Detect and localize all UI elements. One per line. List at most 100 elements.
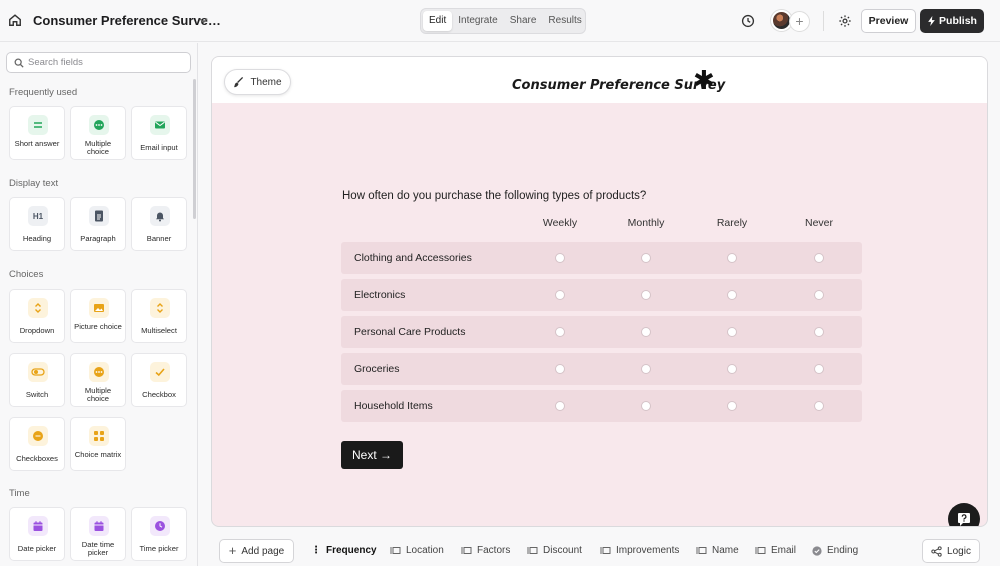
page-tab-location[interactable]: Location [390,545,444,556]
section-label-choices: Choices [9,269,44,280]
grid-icon [89,426,109,446]
add-page-label: Add page [241,545,285,557]
column-header-monthly: Monthly [627,217,665,229]
field-picture-choice[interactable]: Picture choice [70,289,126,343]
field-dropdown[interactable]: Dropdown [9,289,65,343]
row-label: Clothing and Accessories [354,252,472,264]
page-tab-ending[interactable]: Ending [812,545,858,556]
page-bar: + Add page ⋮ Frequency Location Factors … [199,537,1000,566]
chevron-down-icon[interactable] [198,15,209,26]
next-button[interactable]: Next → [341,441,403,469]
drag-handle-icon: ⋮ [311,545,321,556]
theme-button[interactable]: Theme [224,69,291,95]
field-checkboxes[interactable]: Checkboxes [9,417,65,471]
help-button[interactable] [948,503,980,526]
page-tab-frequency[interactable]: ⋮ Frequency [311,545,377,556]
field-label: Switch [25,390,49,399]
publish-button[interactable]: Publish [920,9,984,33]
radio-option[interactable] [555,253,565,263]
add-page-button[interactable]: + Add page [219,539,294,563]
history-icon[interactable] [741,14,755,28]
logo[interactable]: ✱ [693,67,715,93]
radio-option[interactable] [814,290,824,300]
radio-option[interactable] [641,253,651,263]
field-label: Dropdown [19,326,55,335]
field-label: Heading [22,234,52,243]
checkboxes-icon [28,426,48,446]
field-label: Multiselect [141,326,177,335]
row-label: Household Items [354,400,433,412]
field-label: Multiple choice [84,386,112,403]
logic-label: Logic [947,545,971,557]
share-nodes-icon [931,545,942,557]
page-icon [527,547,538,554]
row-label: Groceries [354,363,400,375]
page-tab-name[interactable]: Name [696,545,739,556]
tab-integrate[interactable]: Integrate [452,11,503,31]
field-banner[interactable]: Banner [131,197,187,251]
search-box[interactable] [6,52,191,73]
radio-option[interactable] [814,401,824,411]
radio-option[interactable] [641,364,651,374]
question-title[interactable]: How often do you purchase the following … [342,190,646,202]
field-heading[interactable]: H1 Heading [9,197,65,251]
search-input[interactable] [28,55,186,70]
radio-option[interactable] [555,401,565,411]
home-icon[interactable] [8,13,22,27]
field-paragraph[interactable]: Paragraph [70,197,126,251]
page-tab-factors[interactable]: Factors [461,545,510,556]
field-date-picker[interactable]: Date picker [9,507,65,561]
radio-option[interactable] [555,327,565,337]
tab-edit[interactable]: Edit [423,11,453,31]
matrix-row: Household Items [341,390,862,422]
radio-option[interactable] [641,290,651,300]
page-tab-label: Location [406,545,444,556]
radio-option[interactable] [555,364,565,374]
field-multiselect[interactable]: Multiselect [131,289,187,343]
radio-option[interactable] [727,327,737,337]
tab-share[interactable]: Share [504,11,543,31]
field-multiple-choice-2[interactable]: Multiple choice [70,353,126,407]
radio-option[interactable] [727,401,737,411]
page-tab-improvements[interactable]: Improvements [600,545,679,556]
radio-option[interactable] [814,364,824,374]
field-sidebar: Frequently used Display text Choices Tim… [0,43,198,566]
search-icon [14,58,24,68]
field-time-picker[interactable]: Time picker [131,507,187,561]
radio-option[interactable] [727,253,737,263]
page-tab-discount[interactable]: Discount [527,545,582,556]
field-switch[interactable]: Switch [9,353,65,407]
preview-button[interactable]: Preview [861,9,916,33]
form-canvas: Theme Consumer Preference Survey ✱ How o… [211,56,988,527]
document-title[interactable]: Consumer Preference Surve… [33,13,221,28]
page-tab-label: Ending [827,545,859,556]
matrix-row: Personal Care Products [341,316,862,348]
column-header-never: Never [804,217,833,229]
page-tab-email[interactable]: Email [755,545,796,556]
field-choice-matrix[interactable]: Choice matrix [70,417,126,471]
add-collaborator-button[interactable]: + [789,11,810,32]
field-multiple-choice[interactable]: Multiple choice [70,106,126,160]
column-header-rarely: Rarely [716,217,748,229]
radio-option[interactable] [641,401,651,411]
gear-icon[interactable] [838,14,852,28]
field-label: Date time picker [81,540,115,557]
radio-option[interactable] [814,253,824,263]
radio-option[interactable] [555,290,565,300]
field-email-input[interactable]: Email input [131,106,187,160]
field-checkbox[interactable]: Checkbox [131,353,187,407]
field-short-answer[interactable]: Short answer [9,106,65,160]
tab-results[interactable]: Results [542,11,587,31]
radio-option[interactable] [814,327,824,337]
radio-option[interactable] [727,290,737,300]
page-icon [755,547,766,554]
matrix-row: Clothing and Accessories [341,242,862,274]
logic-button[interactable]: Logic [922,539,980,563]
publish-label: Publish [939,15,977,27]
radio-option[interactable] [641,327,651,337]
sidebar-scrollbar[interactable] [193,79,196,219]
field-date-time-picker[interactable]: Date time picker [70,507,126,561]
multiple-choice-icon [89,362,109,382]
calendar-icon [28,516,48,536]
radio-option[interactable] [727,364,737,374]
